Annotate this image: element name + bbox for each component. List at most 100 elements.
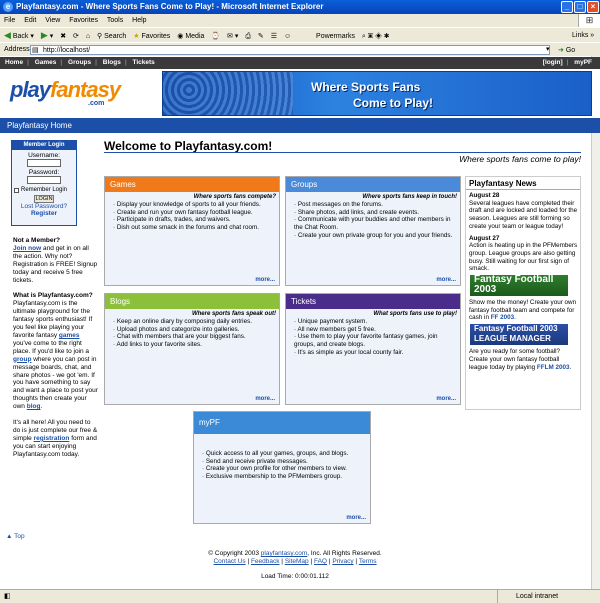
menu-edit[interactable]: Edit <box>24 17 36 24</box>
footer-link-feedback[interactable]: Feedback <box>251 558 280 565</box>
links-button[interactable]: Links » <box>572 28 594 43</box>
done-icon: ◧ <box>4 593 11 600</box>
menu-view[interactable]: View <box>45 17 60 24</box>
minimize-button[interactable]: _ <box>561 1 573 13</box>
list-item: Use them to play your favorite fantasy g… <box>294 333 460 348</box>
vertical-scrollbar[interactable] <box>591 56 600 589</box>
ie-icon: e <box>3 2 13 12</box>
password-input[interactable] <box>27 176 61 184</box>
crowd-graphic <box>163 72 293 115</box>
nav-blogs[interactable]: Blogs <box>103 59 121 66</box>
nav-home[interactable]: Home <box>5 59 23 66</box>
register-link[interactable]: Register <box>12 210 76 217</box>
blogs-box-title[interactable]: Blogs <box>105 294 279 309</box>
logo-dotcom: .com <box>88 100 105 107</box>
ff2003-ad-banner[interactable]: Fantasy Football 2003 <box>470 275 568 297</box>
menu-favorites[interactable]: Favorites <box>69 17 98 24</box>
nav-tickets[interactable]: Tickets <box>133 59 155 66</box>
games-more-link[interactable]: more... <box>255 277 275 283</box>
footer-link-faq[interactable]: FAQ <box>314 558 327 565</box>
list-item: Display your knowledge of sports to all … <box>113 201 279 209</box>
title-divider <box>104 152 581 153</box>
blogs-box: Blogs Where sports fans speak out! Keep … <box>104 293 280 405</box>
blogs-more-link[interactable]: more... <box>255 396 275 402</box>
top-link[interactable]: ▲ Top <box>6 533 25 540</box>
tickets-tagline: What sports fans use to play! <box>373 311 457 317</box>
tickets-box-title[interactable]: Tickets <box>286 294 460 309</box>
address-dropdown-icon[interactable]: ▾ <box>546 43 550 57</box>
groups-tagline: Where sports fans keep in touch! <box>362 194 457 200</box>
group-link[interactable]: group <box>13 356 31 363</box>
search-icon: ⚲ <box>97 33 103 40</box>
groups-list: Post messages on the forums. Share photo… <box>286 201 460 240</box>
games-tagline: Where sports fans compete? <box>193 194 276 200</box>
windows-logo-icon: ⊞ <box>578 14 600 27</box>
menu-help[interactable]: Help <box>132 17 146 24</box>
list-item: Share photos, add links, and create even… <box>294 209 460 217</box>
site-link[interactable]: playfantasy.com <box>261 550 307 557</box>
left-info-column: Not a Member? Join now and get in on all… <box>13 237 98 458</box>
mypf-box-title[interactable]: myPF <box>194 412 370 434</box>
registration-link[interactable]: registration <box>34 435 70 442</box>
toolbar: ◀ Back ▾ ▶ ▾ ✖ ⟳ ⌂ ⚲ Search ★ Favorites … <box>0 27 600 42</box>
load-time: Load Time: 0:00:01.112 <box>261 573 329 580</box>
tickets-more-link[interactable]: more... <box>436 396 456 402</box>
mypf-box: myPF Quick access to all your games, gro… <box>193 411 371 524</box>
password-label: Password: <box>28 169 60 176</box>
about-text-1: Playfantasy.com is the ultimate playgrou… <box>13 300 93 339</box>
home-breadcrumb-bar: Playfantasy Home <box>0 118 600 133</box>
list-item: All new members get 5 free. <box>294 326 460 334</box>
login-button[interactable]: LOGIN <box>34 195 54 203</box>
list-item: Keep an online diary by composing daily … <box>113 318 279 326</box>
menu-tools[interactable]: Tools <box>107 17 123 24</box>
forward-arrow-icon: ▶ <box>40 30 48 40</box>
fflm-link[interactable]: FFLM 2003 <box>537 364 570 371</box>
games-list: Display your knowledge of sports to all … <box>105 201 279 232</box>
blogs-list: Keep an online diary by composing daily … <box>105 318 279 349</box>
maximize-button[interactable]: □ <box>574 1 586 13</box>
username-input[interactable] <box>27 159 61 167</box>
list-item: Create your own profile for other member… <box>202 465 370 473</box>
page-title: Welcome to Playfantasy.com! <box>104 139 273 153</box>
nav-mypf[interactable]: myPF <box>574 59 592 66</box>
username-label: Username: <box>28 152 60 159</box>
blog-link[interactable]: blog <box>27 403 41 410</box>
footer-link-privacy[interactable]: Privacy <box>332 558 353 565</box>
join-now-link[interactable]: Join now <box>13 245 41 252</box>
games-link[interactable]: games <box>59 332 80 339</box>
not-member-heading: Not a Member? <box>13 237 60 244</box>
window-title: Playfantasy.com - Where Sports Fans Come… <box>16 2 324 11</box>
address-input[interactable]: ▤ http://localhost/ <box>30 45 550 55</box>
groups-box-title[interactable]: Groups <box>286 177 460 192</box>
go-button[interactable]: ➜ Go <box>558 44 575 58</box>
remember-login[interactable]: Remember Login <box>14 187 76 193</box>
list-item: Quick access to all your games, groups, … <box>202 450 370 458</box>
nav-games[interactable]: Games <box>35 59 57 66</box>
mypf-more-link[interactable]: more... <box>346 515 366 521</box>
games-box-title[interactable]: Games <box>105 177 279 192</box>
tickets-list: Unique payment system. All new members g… <box>286 318 460 357</box>
menu-file[interactable]: File <box>4 17 15 24</box>
groups-more-link[interactable]: more... <box>436 277 456 283</box>
footer-link-contact[interactable]: Contact Us <box>213 558 245 565</box>
tickets-box: Tickets What sports fans use to play! Un… <box>285 293 461 405</box>
nav-groups[interactable]: Groups <box>68 59 91 66</box>
news-date: August 28 <box>469 192 500 199</box>
footer-link-sitemap[interactable]: SiteMap <box>285 558 309 565</box>
remember-checkbox[interactable] <box>14 187 19 193</box>
footer-link-terms[interactable]: Terms <box>359 558 377 565</box>
close-button[interactable]: × <box>587 1 599 13</box>
nav-login[interactable]: [login] <box>543 59 563 66</box>
back-arrow-icon: ◀ <box>4 30 11 40</box>
fflm-ad-banner[interactable]: Fantasy Football 2003 LEAGUE MANAGER <box>470 324 568 346</box>
lost-password-link[interactable]: Lost Password? <box>12 203 76 210</box>
banner: playfantasy .com Where Sports Fans Come … <box>0 69 600 118</box>
security-zone: Local intranet <box>497 590 558 603</box>
news-panel: Playfantasy News August 28 Several leagu… <box>465 176 581 410</box>
about-text-3: where you can post in message boards, ch… <box>13 355 98 411</box>
page-icon: ▤ <box>32 47 39 54</box>
login-header: Member Login <box>12 141 76 150</box>
news-text: Are you ready for some football? Create … <box>469 348 572 371</box>
menu-bar: File Edit View Favorites Tools Help <box>0 14 600 27</box>
ff2003-link[interactable]: FF 2003 <box>491 314 514 321</box>
